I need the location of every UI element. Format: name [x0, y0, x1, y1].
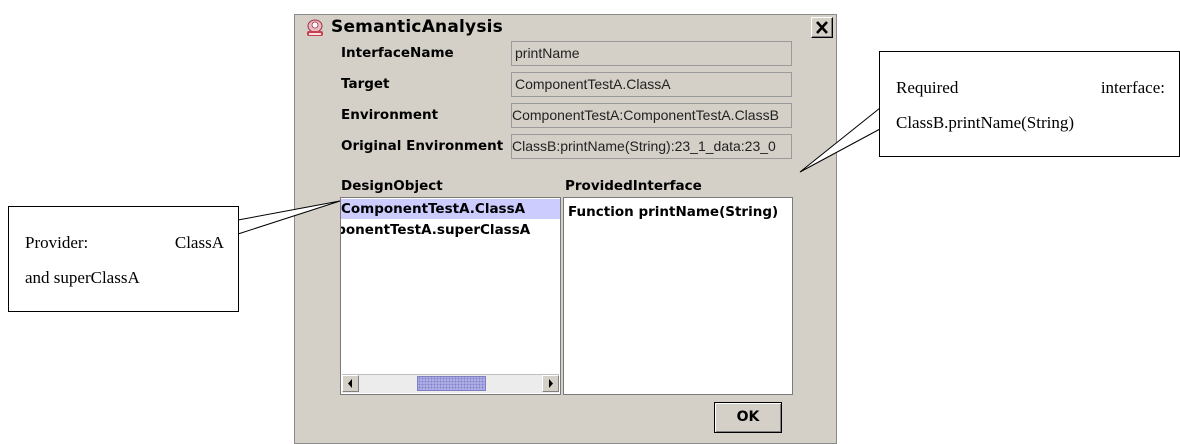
required-interface-callout: Required interface: ClassB.printName(Str…: [879, 51, 1180, 157]
provider-callout-text-b: ClassA: [174, 233, 224, 252]
provider-callout-text-a: Provider:: [25, 233, 89, 252]
required-callout-text-b: interface:: [1100, 78, 1165, 97]
required-callout-text-a: Required: [896, 78, 959, 97]
provider-callout: Provider: ClassA and superClassA: [8, 206, 239, 312]
provider-pointer: [237, 200, 341, 235]
provider-callout-text-c: and superClassA: [25, 268, 140, 287]
required-pointer: [799, 107, 881, 173]
required-callout-text-c: ClassB.printName(String): [896, 113, 1075, 132]
